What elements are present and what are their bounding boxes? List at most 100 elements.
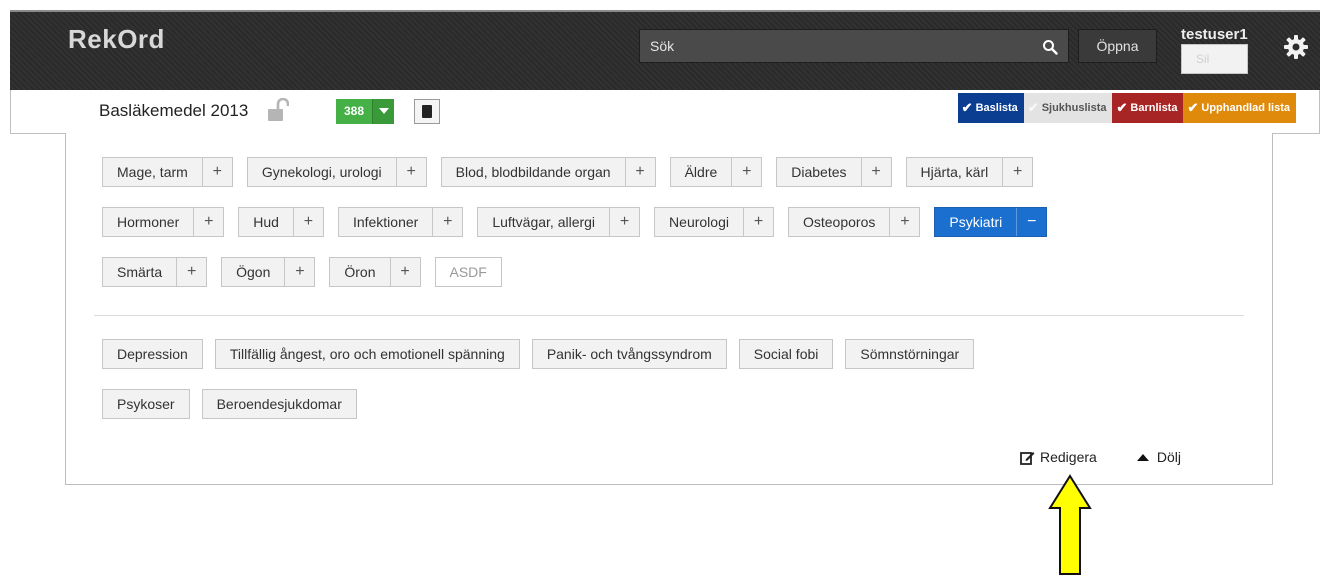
category-chip[interactable]: Ögon + xyxy=(221,257,316,287)
category-chip[interactable]: Öron + xyxy=(329,257,421,287)
category-chip[interactable]: Hjärta, kärl + xyxy=(905,157,1034,187)
add-icon[interactable]: + xyxy=(176,258,206,286)
add-icon[interactable]: + xyxy=(395,158,426,186)
subcategory-row-2: Psykoser Beroendesjukdomar xyxy=(102,389,357,419)
edit-icon xyxy=(1020,451,1035,465)
add-icon[interactable]: + xyxy=(201,158,232,186)
subcategory-chip[interactable]: Beroendesjukdomar xyxy=(201,389,357,419)
unlocked-icon[interactable] xyxy=(267,98,289,122)
subcategory-chip[interactable]: Sömnstörningar xyxy=(845,339,975,369)
category-label[interactable]: Öron xyxy=(330,258,389,286)
subcategory-chip[interactable]: Social fobi xyxy=(738,339,834,369)
checkmark-icon: ✔ xyxy=(961,100,973,115)
list-tag-upphandlad[interactable]: ✔ Upphandlad lista xyxy=(1183,93,1296,123)
category-label[interactable]: Hjärta, kärl xyxy=(907,158,1003,186)
add-icon[interactable]: + xyxy=(284,258,314,286)
category-chip[interactable]: Luftvägar, allergi + xyxy=(477,207,641,237)
add-icon[interactable]: + xyxy=(1002,158,1032,186)
panel-actions: Redigera Dölj xyxy=(1020,449,1181,465)
category-label[interactable]: ASDF xyxy=(436,258,501,286)
category-label[interactable]: Diabetes xyxy=(777,158,860,186)
category-label[interactable]: Gynekologi, urologi xyxy=(248,158,396,186)
add-icon[interactable]: + xyxy=(889,208,919,236)
user-unit: Sil xyxy=(1181,44,1248,74)
document-toolbar: Basläkemedel 2013 388 ✔ Baslista ✔ Sjukhus… xyxy=(10,90,1320,134)
category-chip[interactable]: Osteoporos + xyxy=(787,207,921,237)
category-chip[interactable]: Smärta + xyxy=(102,257,208,287)
list-tag-label: Upphandlad lista xyxy=(1201,102,1290,114)
add-icon[interactable]: + xyxy=(292,208,323,236)
remove-icon[interactable]: − xyxy=(1016,208,1046,236)
triangle-up-icon xyxy=(1136,453,1149,461)
search-input[interactable] xyxy=(640,30,1068,62)
category-panel: Mage, tarm + Gynekologi, urologi + Blod, b… xyxy=(65,133,1273,485)
category-label[interactable]: Psykiatri xyxy=(935,208,1016,236)
category-label[interactable]: Neurologi xyxy=(655,208,743,236)
category-label[interactable]: Osteoporos xyxy=(789,208,889,236)
category-label[interactable]: Hormoner xyxy=(103,208,193,236)
edit-link[interactable]: Redigera xyxy=(1020,449,1097,465)
count-dropdown-button[interactable]: 388 xyxy=(336,99,395,124)
category-chip-active[interactable]: Psykiatri − xyxy=(934,207,1048,237)
category-chip[interactable]: Diabetes + xyxy=(776,157,892,187)
subcategory-chip[interactable]: Tillfällig ångest, oro och emotionell sp… xyxy=(214,339,520,369)
category-chip[interactable]: Hormoner + xyxy=(102,207,225,237)
app-logo[interactable]: RekOrd xyxy=(68,24,165,55)
gear-icon[interactable] xyxy=(1283,34,1309,60)
category-label[interactable]: Ögon xyxy=(222,258,284,286)
subcategory-chip[interactable]: Panik- och tvångssyndrom xyxy=(531,339,727,369)
user-name[interactable]: testuser1 xyxy=(1181,26,1248,43)
category-chip[interactable]: Gynekologi, urologi + xyxy=(246,157,427,187)
subcategory-row-1: Depression Tillfällig ångest, oro och em… xyxy=(102,339,975,369)
list-tag-barnlista[interactable]: ✔ Barnlista xyxy=(1112,93,1184,123)
category-chip[interactable]: Hud + xyxy=(238,207,324,237)
add-icon[interactable]: + xyxy=(624,158,655,186)
category-label[interactable]: Äldre xyxy=(671,158,732,186)
subcategory-chip[interactable]: Depression xyxy=(102,339,203,369)
list-filters: ✔ Baslista ✔ Sjukhuslista ✔ Barnlista ✔ Upph… xyxy=(957,93,1296,123)
category-chip[interactable]: Infektioner + xyxy=(337,207,464,237)
add-icon[interactable]: + xyxy=(742,208,773,236)
subcategory-chip[interactable]: Psykoser xyxy=(102,389,190,419)
list-tag-label: Barnlista xyxy=(1130,102,1178,114)
search-box[interactable] xyxy=(639,29,1069,63)
category-label[interactable]: Smärta xyxy=(103,258,176,286)
category-row-1: Mage, tarm + Gynekologi, urologi + Blod, b… xyxy=(102,157,1034,187)
add-icon[interactable]: + xyxy=(432,208,462,236)
category-chip-plain[interactable]: ASDF xyxy=(434,257,502,287)
edit-label[interactable]: Redigera xyxy=(1040,449,1097,465)
annotation-arrow-icon xyxy=(1048,474,1092,575)
category-label[interactable]: Mage, tarm xyxy=(103,158,202,186)
book-button[interactable] xyxy=(414,99,440,124)
add-icon[interactable]: + xyxy=(193,208,223,236)
category-label[interactable]: Hud xyxy=(239,208,293,236)
checkmark-icon: ✔ xyxy=(1027,100,1039,115)
hide-link[interactable]: Dölj xyxy=(1136,449,1181,465)
category-chip[interactable]: Mage, tarm + xyxy=(102,157,233,187)
add-icon[interactable]: + xyxy=(731,158,761,186)
hide-label[interactable]: Dölj xyxy=(1157,449,1181,465)
document-title: Basläkemedel 2013 xyxy=(99,101,249,120)
add-icon[interactable]: + xyxy=(609,208,639,236)
add-icon[interactable]: + xyxy=(860,158,891,186)
open-button[interactable]: Öppna xyxy=(1078,29,1157,63)
category-label[interactable]: Infektioner xyxy=(339,208,432,236)
search-icon[interactable] xyxy=(1042,39,1058,55)
count-value[interactable]: 388 xyxy=(336,99,373,124)
section-divider xyxy=(94,315,1244,316)
user-menu[interactable]: testuser1 Sil xyxy=(1181,26,1248,74)
book-icon xyxy=(422,105,432,118)
category-row-3: Smärta + Ögon + Öron + ASDF xyxy=(102,257,502,287)
category-label[interactable]: Blod, blodbildande organ xyxy=(442,158,625,186)
add-icon[interactable]: + xyxy=(389,258,420,286)
category-chip[interactable]: Neurologi + xyxy=(654,207,774,237)
list-tag-baslista[interactable]: ✔ Baslista xyxy=(957,93,1024,123)
category-chip[interactable]: Äldre + xyxy=(669,157,763,187)
checkmark-icon: ✔ xyxy=(1116,100,1128,115)
category-chip[interactable]: Blod, blodbildande organ + xyxy=(440,157,656,187)
list-tag-sjukhuslista[interactable]: ✔ Sjukhuslista xyxy=(1023,93,1113,123)
list-tag-label: Sjukhuslista xyxy=(1041,102,1107,114)
category-row-2: Hormoner + Hud + Infektioner + Luftvägar, a… xyxy=(102,207,1048,237)
caret-down-icon[interactable] xyxy=(372,99,395,124)
category-label[interactable]: Luftvägar, allergi xyxy=(478,208,609,236)
